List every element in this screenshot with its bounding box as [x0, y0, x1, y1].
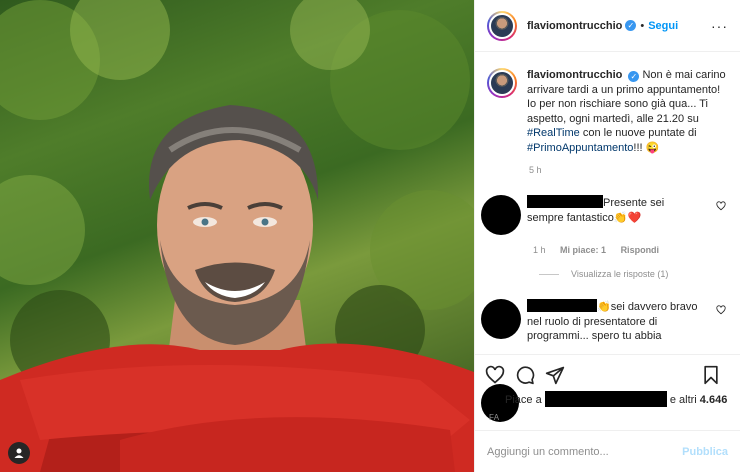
redacted-username: [527, 195, 603, 208]
author-username[interactable]: flaviomontrucchio: [527, 20, 622, 32]
post-caption: flaviomontrucchio ✓ Non è mai carino arr…: [487, 68, 728, 155]
likes-suffix: e altri: [669, 394, 697, 406]
separator-dot: •: [640, 19, 645, 32]
comment-likes[interactable]: Mi piace: 1: [560, 245, 606, 255]
comment-input[interactable]: [487, 445, 683, 458]
save-bookmark-icon[interactable]: [702, 365, 720, 385]
commenter-avatar[interactable]: [481, 195, 521, 235]
likes-count[interactable]: 4.646: [700, 394, 728, 406]
post-header: flaviomontrucchio ✓ • Segui ···: [475, 0, 740, 52]
likes-text[interactable]: Piace a e altri 4.646: [505, 391, 727, 407]
comment-item: 👏sei davvero bravo nel ruolo di presenta…: [481, 299, 728, 344]
comment-bubble-icon[interactable]: [515, 365, 535, 385]
like-heart-icon[interactable]: [485, 365, 505, 385]
view-replies-label[interactable]: Visualizza le risposte (1): [571, 269, 668, 279]
likes-prefix: Piace a: [505, 394, 542, 406]
caption-author-avatar[interactable]: [487, 68, 517, 98]
comment-text: 👏sei davvero bravo nel ruolo di presenta…: [527, 299, 717, 344]
caption-username[interactable]: flaviomontrucchio: [527, 69, 622, 81]
comment-text-line1: 👏sei davvero bravo: [597, 301, 698, 313]
redacted-liker-name: [544, 391, 667, 407]
more-options-icon[interactable]: ···: [711, 18, 728, 34]
verified-badge-icon: ✓: [625, 20, 637, 31]
redacted-username: [527, 299, 597, 312]
view-replies[interactable]: Visualizza le risposte (1): [539, 269, 728, 279]
comments-list[interactable]: flaviomontrucchio ✓ Non è mai carino arr…: [475, 52, 740, 354]
caption-text: flaviomontrucchio ✓ Non è mai carino arr…: [527, 68, 727, 155]
follow-button[interactable]: Segui: [648, 20, 678, 32]
hashtag-primoappuntamento[interactable]: #PrimoAppuntamento: [527, 142, 633, 154]
share-paper-plane-icon[interactable]: [545, 365, 565, 385]
publish-button[interactable]: Pubblica: [682, 446, 728, 458]
comment-text: Presente sei sempre fantastico👏❤️: [527, 195, 717, 235]
commenter-avatar[interactable]: [481, 299, 521, 339]
caption-verified-icon: ✓: [628, 71, 640, 82]
likes-summary: Piace a e altri 4.646 FA: [475, 384, 740, 424]
comment-item: Presente sei sempre fantastico👏❤️: [481, 195, 728, 235]
comment-meta: 1 h Mi piace: 1 Rispondi: [533, 245, 728, 255]
caption-text-part2: con le nuove puntate di: [579, 127, 697, 139]
reply-button[interactable]: Rispondi: [621, 245, 660, 255]
comment-text-line1: Presente sei: [603, 197, 665, 209]
post-age[interactable]: FA: [489, 413, 499, 422]
author-avatar[interactable]: [487, 10, 517, 41]
post-photo[interactable]: [0, 0, 474, 472]
caption-text-part3: !!! 😜: [633, 141, 660, 154]
comment-time[interactable]: 1 h: [533, 245, 546, 255]
replies-divider: [539, 273, 559, 275]
like-comment-heart-icon[interactable]: [716, 305, 726, 318]
like-comment-heart-icon[interactable]: [716, 201, 726, 214]
add-comment-bar: Pubblica: [475, 430, 740, 472]
post-side-panel: flaviomontrucchio ✓ • Segui ··· flaviomo…: [474, 0, 740, 472]
caption-time[interactable]: 5 h: [529, 165, 728, 175]
photo-illustration: [0, 0, 474, 472]
tagged-user-icon[interactable]: [8, 442, 30, 464]
comment-text-rest: sempre fantastico👏❤️: [527, 211, 642, 224]
comment-text-rest: nel ruolo di presentatore di programmi..…: [527, 315, 662, 343]
hashtag-realtime[interactable]: #RealTime: [527, 127, 580, 139]
